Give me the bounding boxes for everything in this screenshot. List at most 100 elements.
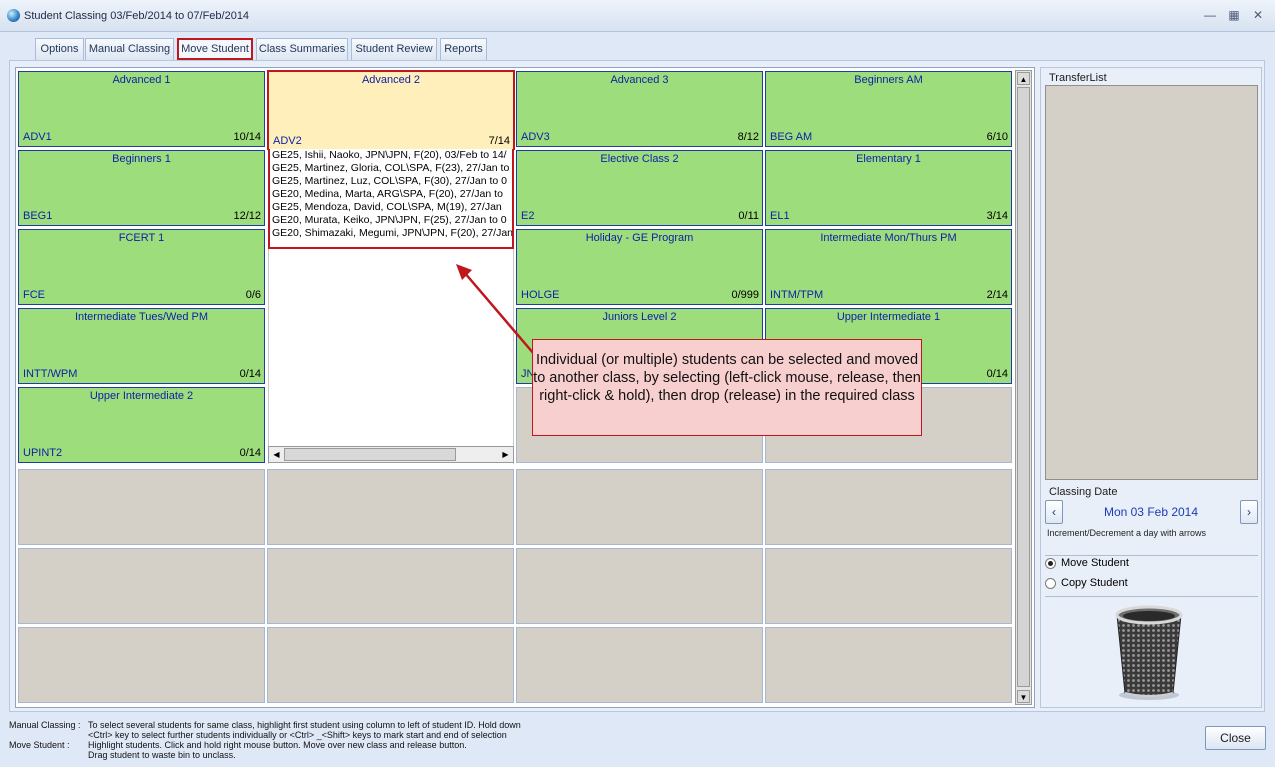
student-list: GE25, Ishii, Naoko, JPN\JPN, F(20), 03/F… [268,149,514,249]
class-count: 0/14 [239,447,261,459]
class-name: Elective Class 2 [600,153,679,165]
class-name: Upper Intermediate 2 [89,390,194,402]
tab-student-review[interactable]: Student Review [351,38,437,60]
empty-class-slot [765,627,1012,703]
close-button[interactable]: Close [1205,726,1266,750]
tab-manual-classing[interactable]: Manual Classing [85,38,174,60]
student-row[interactable]: GE25, Martinez, Gloria, COL\SPA, F(23), … [270,162,512,175]
class-cell-adv1[interactable]: Advanced 1 ADV1 10/14 [18,71,265,147]
class-code: E2 [521,210,535,222]
empty-class-slot [765,469,1012,545]
student-row[interactable]: GE25, Mendoza, David, COL\SPA, M(19), 27… [270,201,512,214]
class-cell-adv2[interactable]: Advanced 2 ADV2 7/14 [267,70,515,150]
close-window-icon[interactable]: ✕ [1251,8,1265,22]
date-hint: Increment/Decrement a day with arrows [1047,528,1207,538]
class-cell-intt-wpm[interactable]: Intermediate Tues/Wed PM INTT/WPM 0/14 [18,308,265,384]
class-count: 0/11 [738,210,759,222]
tab-reports[interactable]: Reports [440,38,487,60]
student-row[interactable]: GE25, Ishii, Naoko, JPN\JPN, F(20), 03/F… [270,149,512,162]
scroll-down-icon[interactable]: ▼ [1017,690,1030,703]
tab-class-summaries[interactable]: Class Summaries [256,38,348,60]
empty-class-slot [267,469,514,545]
move-student-help-label: Move Student : [9,740,70,750]
class-name: Intermediate Mon/Thurs PM [820,232,957,244]
class-count: 0/14 [239,368,261,380]
scroll-thumb[interactable] [1017,87,1030,687]
class-cell-fce[interactable]: FCERT 1 FCE 0/6 [18,229,265,305]
empty-class-slot [516,548,763,624]
class-cell-holge[interactable]: Holiday - GE Program HOLGE 0/999 [516,229,763,305]
empty-class-slot [18,627,265,703]
manual-classing-help-label: Manual Classing : [9,720,81,730]
class-count: 0/14 [986,368,1008,380]
class-code: INTT/WPM [23,368,78,380]
class-code: UPINT2 [23,447,63,459]
scroll-thumb[interactable] [284,448,456,461]
copy-student-label: Copy Student [1061,577,1128,589]
class-name: Holiday - GE Program [585,232,694,244]
class-name: Elementary 1 [856,153,921,165]
class-name: FCERT 1 [118,232,165,244]
student-list-hscrollbar[interactable]: ◀ ▶ [268,446,514,463]
footer-help-line: Drag student to waste bin to unclass. [88,750,236,760]
class-cell-e2[interactable]: Elective Class 2 E2 0/11 [516,150,763,226]
window-title: Student Classing 03/Feb/2014 to 07/Feb/2… [24,10,250,22]
class-count: 8/12 [737,131,759,143]
move-student-label: Move Student [1061,557,1129,569]
class-count: 12/12 [233,210,261,222]
classing-date-value: Mon 03 Feb 2014 [1103,505,1199,519]
class-name: Intermediate Tues/Wed PM [74,311,209,323]
copy-student-radio[interactable] [1045,578,1056,589]
class-cell-intm-tpm[interactable]: Intermediate Mon/Thurs PM INTM/TPM 2/14 [765,229,1012,305]
grid-vscrollbar[interactable]: ▲ ▼ [1015,70,1032,705]
class-count: 0/999 [731,289,759,301]
empty-class-slot [18,469,265,545]
class-count: 10/14 [233,131,261,143]
class-code: BEG AM [770,131,813,143]
class-count: 6/10 [986,131,1008,143]
transfer-list-label: TransferList [1049,72,1107,84]
empty-class-slot [18,548,265,624]
class-name: Upper Intermediate 1 [836,311,941,323]
class-code: EL1 [770,210,790,222]
class-name: Juniors Level 2 [602,311,677,323]
student-row[interactable]: GE25, Martinez, Luz, COL\SPA, F(30), 27/… [270,175,512,188]
scroll-left-icon[interactable]: ◀ [270,448,283,461]
footer-help-line: <Ctrl> key to select further students in… [88,730,507,740]
class-name: Beginners AM [854,74,923,86]
title-bar: Student Classing 03/Feb/2014 to 07/Feb/2… [0,0,1275,32]
class-name: Advanced 2 [361,74,421,86]
maximize-icon[interactable]: ▦ [1227,8,1241,22]
next-day-button[interactable]: › [1240,500,1258,524]
student-row[interactable]: GE20, Murata, Keiko, JPN\JPN, F(25), 27/… [270,214,512,227]
student-row[interactable]: GE20, Medina, Marta, ARG\SPA, F(20), 27/… [270,188,512,201]
empty-class-slot [267,548,514,624]
scroll-right-icon[interactable]: ▶ [499,448,512,461]
student-row[interactable]: GE20, Shimazaki, Megumi, JPN\JPN, F(20),… [270,227,512,240]
tab-options[interactable]: Options [35,38,84,60]
transfer-list[interactable] [1045,85,1258,480]
class-cell-adv3[interactable]: Advanced 3 ADV3 8/12 [516,71,763,147]
empty-class-slot [765,548,1012,624]
class-code: INTM/TPM [770,289,824,301]
classing-date-label: Classing Date [1049,486,1118,498]
right-panel: TransferList Classing Date ‹ Mon 03 Feb … [1040,67,1262,708]
tab-move-student[interactable]: Move Student [177,38,253,60]
class-cell-upint2[interactable]: Upper Intermediate 2 UPINT2 0/14 [18,387,265,463]
move-student-radio[interactable] [1045,558,1056,569]
minimize-icon[interactable]: — [1203,8,1217,22]
class-code: BEG1 [23,210,53,222]
class-cell-beg-am[interactable]: Beginners AM BEG AM 6/10 [765,71,1012,147]
class-name: Advanced 1 [112,74,171,86]
class-cell-el1[interactable]: Elementary 1 EL1 3/14 [765,150,1012,226]
divider [1045,555,1258,556]
class-name: Advanced 3 [610,74,669,86]
class-cell-beg1[interactable]: Beginners 1 BEG1 12/12 [18,150,265,226]
help-callout: Individual (or multiple) students can be… [532,339,922,436]
class-count: 3/14 [986,210,1008,222]
class-code: FCE [23,289,45,301]
scroll-up-icon[interactable]: ▲ [1017,72,1030,85]
waste-bin-icon[interactable] [1111,603,1187,701]
class-name: Beginners 1 [112,153,171,165]
prev-day-button[interactable]: ‹ [1045,500,1063,524]
